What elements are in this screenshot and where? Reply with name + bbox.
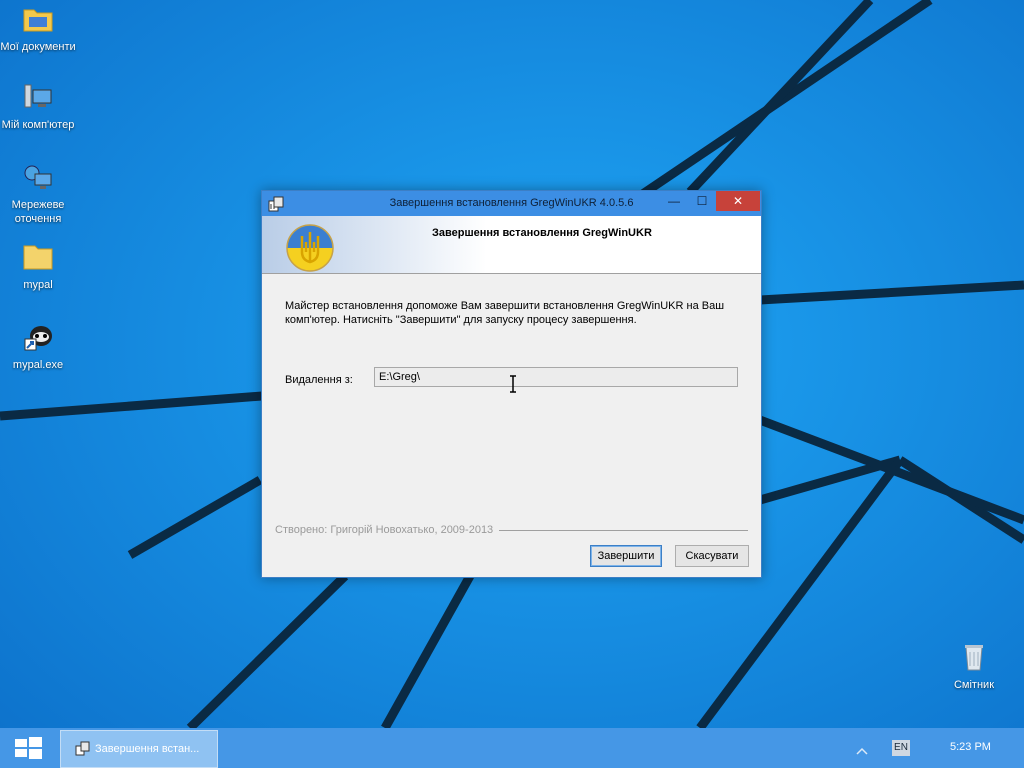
folder-icon: [21, 4, 55, 38]
maximize-button[interactable]: ☐: [688, 191, 716, 211]
taskbar-item-label: Завершення встан...: [95, 743, 200, 755]
raccoon-app-icon: [21, 322, 55, 356]
minimize-button[interactable]: —: [660, 191, 688, 211]
wizard-header-title: Завершення встановлення GregWinUKR: [432, 227, 652, 239]
start-button[interactable]: [10, 734, 46, 762]
wizard-header: Завершення встановлення GregWinUKR: [262, 216, 761, 274]
footer-divider: [499, 530, 748, 531]
text-cursor-icon: [508, 375, 518, 393]
wizard-description: Майстер встановлення допоможе Вам заверш…: [285, 300, 725, 326]
window-title-bar[interactable]: Завершення встановлення GregWinUKR 4.0.5…: [262, 191, 761, 216]
ukraine-trident-logo: [286, 224, 334, 272]
language-indicator[interactable]: EN: [892, 740, 910, 756]
installer-app-icon: [75, 741, 91, 757]
computer-icon: [21, 82, 55, 116]
remove-from-label: Видалення з:: [285, 374, 353, 386]
tray-overflow-icon[interactable]: [856, 742, 868, 755]
desktop-icon-mypal-folder[interactable]: mypal: [0, 242, 80, 292]
finish-button[interactable]: Завершити: [590, 545, 662, 567]
desktop-icon-recycle-bin[interactable]: Смітник: [932, 642, 1016, 692]
taskbar: Завершення встан... EN 5:23 PM: [0, 728, 1024, 768]
installer-window: Завершення встановлення GregWinUKR 4.0.5…: [261, 190, 762, 578]
desktop-icon-network[interactable]: Мережеве оточення: [0, 162, 80, 226]
network-icon: [21, 162, 55, 196]
folder-icon: [21, 242, 55, 276]
recycle-bin-icon: [957, 642, 991, 676]
credits-text: Створено: Григорій Новохатько, 2009-2013: [275, 524, 494, 536]
desktop-icon-my-computer[interactable]: Мій комп'ютер: [0, 82, 80, 132]
remove-from-field[interactable]: [374, 367, 738, 387]
desktop-icon-my-documents[interactable]: Мої документи: [0, 4, 80, 54]
taskbar-item-installer[interactable]: Завершення встан...: [60, 730, 218, 768]
clock[interactable]: 5:23 PM: [950, 741, 991, 753]
desktop-icon-mypal-exe[interactable]: mypal.exe: [0, 322, 80, 372]
close-button[interactable]: ✕: [716, 191, 760, 211]
cancel-button[interactable]: Скасувати: [675, 545, 749, 567]
